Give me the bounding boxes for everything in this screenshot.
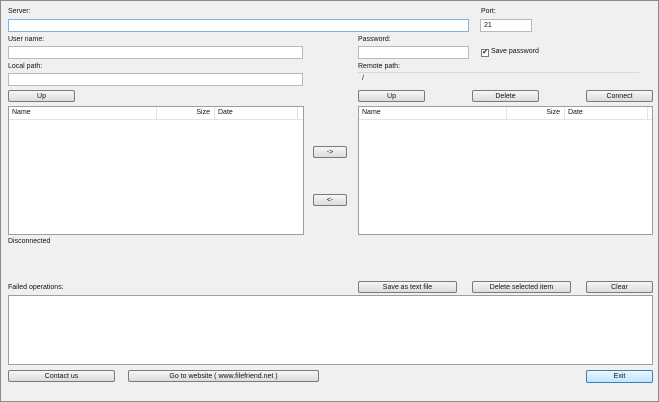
save-as-text-file-button[interactable]: Save as text file [358,281,457,293]
ftp-client-window: Server: Port: User name: Password: ✔ Sav… [0,0,659,402]
password-label: Password: [358,36,391,43]
failed-operations-list[interactable] [8,295,653,365]
local-col-date[interactable]: Date [215,107,298,119]
remote-path-label: Remote path: [358,63,401,70]
server-label: Server: [8,8,31,15]
remote-col-name[interactable]: Name [359,107,507,119]
remote-path-value: / [362,75,364,82]
local-up-button[interactable]: Up [8,90,75,102]
clear-button[interactable]: Clear [586,281,653,293]
local-col-name[interactable]: Name [9,107,157,119]
delete-selected-item-button[interactable]: Delete selected item [472,281,571,293]
username-label: User name: [8,36,45,43]
server-input[interactable] [8,19,469,32]
password-input[interactable] [358,46,469,59]
local-file-list[interactable]: Name Size Date [8,106,304,235]
go-to-website-button[interactable]: Go to website ( www.filefriend.net ) [128,370,319,382]
connect-button[interactable]: Connect [586,90,653,102]
remote-file-list[interactable]: Name Size Date [358,106,653,235]
port-input[interactable] [480,19,532,32]
remote-path-separator [358,72,639,73]
local-path-input[interactable] [8,73,303,86]
save-password-label: Save password [491,48,539,55]
download-button[interactable]: <- [313,194,347,206]
local-list-header: Name Size Date [9,107,303,120]
port-label: Port: [481,8,496,15]
remote-col-size[interactable]: Size [507,107,565,119]
save-password-checkbox[interactable]: ✔ [481,49,489,57]
upload-button[interactable]: -> [313,146,347,158]
remote-up-button[interactable]: Up [358,90,425,102]
local-path-label: Local path: [8,63,43,70]
connection-status: Disconnected [8,238,51,245]
local-col-size[interactable]: Size [157,107,215,119]
exit-button[interactable]: Exit [586,370,653,383]
remote-list-header: Name Size Date [359,107,652,120]
contact-us-button[interactable]: Contact us [8,370,115,382]
remote-col-date[interactable]: Date [565,107,648,119]
failed-operations-label: Failed operations: [8,284,64,291]
username-input[interactable] [8,46,303,59]
delete-button[interactable]: Delete [472,90,539,102]
